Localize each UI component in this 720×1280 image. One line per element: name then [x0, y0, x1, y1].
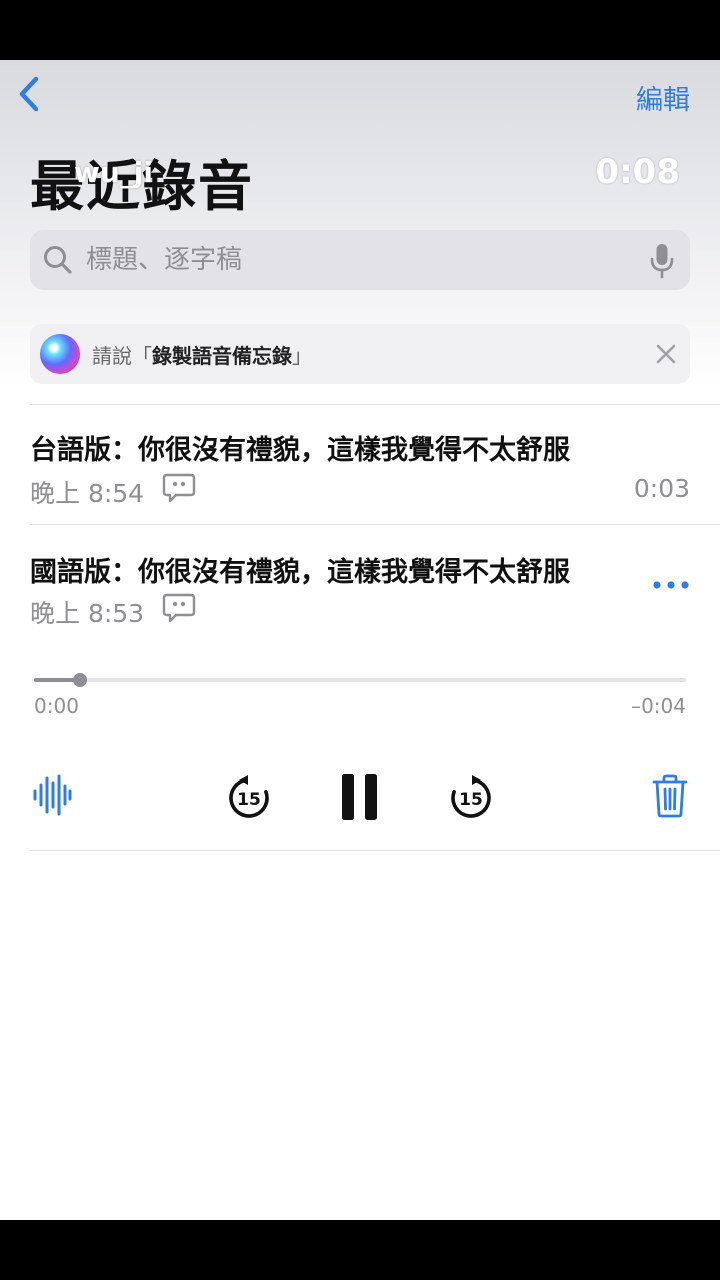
- voice-memos-screen: 編輯 最近錄音 wu_ji 0:08 請說「錄製語音備忘錄」 台語版：你很沒有禮…: [0, 60, 720, 1220]
- siri-prefix: 請說「: [92, 344, 152, 368]
- siri-suggestion-text: 請說「錄製語音備忘錄」: [92, 340, 312, 369]
- siri-icon: [40, 334, 80, 374]
- search-input[interactable]: [86, 230, 626, 290]
- recording-date: 晚上 8:53: [30, 599, 145, 628]
- overlay-username: wu_ji: [74, 156, 153, 189]
- recording-title[interactable]: 台語版：你很沒有禮貌，這樣我覺得不太舒服: [30, 428, 570, 467]
- pause-icon[interactable]: [340, 772, 380, 822]
- waveform-icon[interactable]: [32, 774, 72, 816]
- transcript-icon[interactable]: [162, 593, 196, 623]
- transcript-icon[interactable]: [162, 473, 196, 503]
- mic-icon[interactable]: [648, 242, 676, 280]
- search-bar[interactable]: [30, 230, 690, 290]
- scrubber-handle[interactable]: [72, 673, 87, 687]
- close-icon[interactable]: [654, 342, 678, 366]
- siri-suggestion-banner[interactable]: 請說「錄製語音備忘錄」: [30, 324, 690, 384]
- divider: [30, 850, 720, 851]
- overlay-timer: 0:08: [595, 152, 680, 192]
- back-icon[interactable]: [14, 74, 44, 114]
- more-icon[interactable]: [652, 580, 690, 590]
- edit-button[interactable]: 編輯: [636, 78, 690, 117]
- trash-icon[interactable]: [652, 774, 688, 818]
- recording-title[interactable]: 國語版：你很沒有禮貌，這樣我覺得不太舒服: [30, 550, 570, 589]
- siri-command: 錄製語音備忘錄: [152, 344, 292, 368]
- skip-forward-15-icon[interactable]: 15: [448, 774, 494, 820]
- search-icon: [44, 246, 72, 274]
- skip-back-15-icon[interactable]: 15: [226, 774, 272, 820]
- siri-suffix: 」: [292, 344, 312, 368]
- playback-scrubber[interactable]: [34, 673, 686, 687]
- elapsed-time: 0:00: [34, 694, 79, 718]
- divider: [30, 404, 720, 405]
- recording-duration: 0:03: [633, 474, 690, 503]
- divider: [30, 524, 720, 525]
- skip-forward-seconds: 15: [459, 790, 483, 810]
- remaining-time: –0:04: [631, 694, 686, 718]
- recording-date: 晚上 8:54: [30, 479, 145, 508]
- skip-back-seconds: 15: [237, 790, 261, 810]
